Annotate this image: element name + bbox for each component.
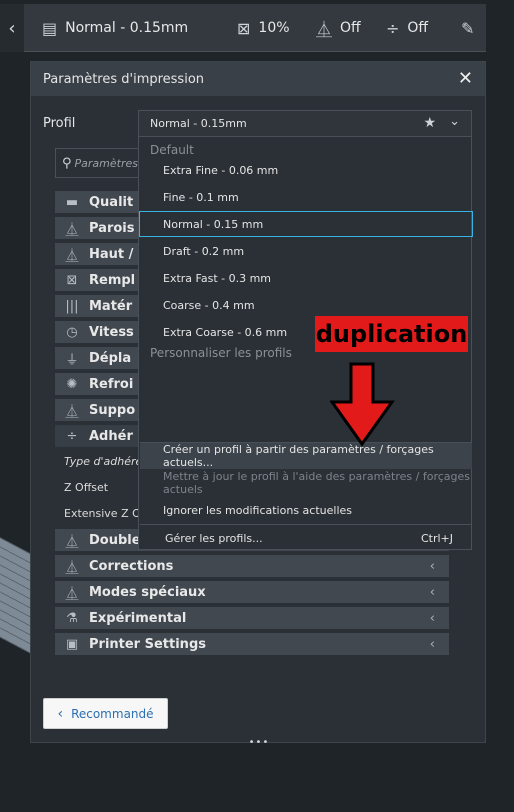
corrections-icon: ⏅ [65, 560, 79, 576]
discard-changes-action[interactable]: Ignorer les modifications actuelles [140, 497, 472, 523]
chevron-left-icon: ‹ [429, 636, 435, 652]
material-icon: ||| [65, 298, 79, 314]
category-printer-settings[interactable]: ▣ Printer Settings ‹ [55, 633, 449, 655]
profile-label: Profil [43, 116, 76, 131]
profile-option[interactable]: Extra Fast - 0.3 mm [140, 265, 472, 291]
adhesion-summary[interactable]: ÷ Off [386, 4, 428, 52]
category-label: Corrections [89, 558, 174, 574]
profile-option[interactable]: Coarse - 0.4 mm [140, 292, 472, 318]
category-label: Modes spéciaux [89, 584, 206, 600]
star-icon[interactable]: ★ [423, 115, 436, 131]
flask-icon: ⚗ [66, 610, 78, 626]
category-label: Matér [89, 298, 133, 314]
search-icon: ⚲ [62, 155, 72, 171]
quality-icon: ▬ [65, 194, 79, 210]
profile-select-value: Normal - 0.15mm [150, 117, 247, 130]
group-custom: Personnaliser les profils [150, 346, 292, 360]
setting-extensive-z: Extensive Z Of [64, 507, 145, 520]
category-corrections[interactable]: ⏅ Corrections ‹ [55, 555, 449, 577]
group-default: Default [150, 143, 194, 157]
adhesion-icon: ÷ [386, 18, 400, 38]
dual-extrusion-icon: ⏅ [65, 534, 79, 550]
walls-icon: ⏅ [65, 222, 79, 238]
category-label: Suppo [89, 402, 136, 418]
support-icon: ⏅ [65, 404, 79, 420]
special-modes-icon: ⏅ [65, 586, 79, 602]
resize-handle[interactable]: ••• [31, 737, 487, 748]
profile-option[interactable]: Fine - 0.1 mm [140, 184, 472, 210]
chevron-left-icon: ‹ [57, 705, 64, 722]
setting-z-offset: Z Offset [64, 481, 109, 494]
category-label: Printer Settings [89, 636, 206, 652]
recommended-button[interactable]: ‹ Recommandé [43, 698, 168, 729]
print-setup-bar[interactable]: ‹ ▤ Normal - 0.15mm ⊠ 10% ⏅ Off ÷ Off ✎ [0, 4, 486, 52]
edit-icon[interactable]: ✎ [461, 4, 474, 52]
panel-title: Paramètres d'impression [43, 71, 205, 87]
close-icon[interactable]: ✕ [458, 68, 473, 89]
manage-shortcut: Ctrl+J [420, 531, 453, 545]
fan-icon: ✺ [66, 376, 78, 392]
annotation-arrow-icon [330, 362, 395, 447]
manage-profiles-action[interactable]: Gérer les profils... Ctrl+J [140, 525, 472, 551]
infill-icon: ⊠ [66, 272, 78, 288]
infill-value: 10% [258, 20, 290, 36]
category-label: Parois [89, 220, 135, 236]
category-special-modes[interactable]: ⏅ Modes spéciaux ‹ [55, 581, 449, 603]
chevron-left-icon: ‹ [429, 584, 435, 600]
speed-icon: ◷ [66, 324, 78, 340]
profile-summary-label: Normal - 0.15mm [65, 20, 189, 36]
chevron-left-icon: ‹ [429, 558, 435, 574]
category-label: Expérimental [89, 610, 187, 626]
category-label: Qualit [89, 194, 134, 210]
category-experimental[interactable]: ⚗ Expérimental ‹ [55, 607, 449, 629]
category-label: Refroi [89, 376, 134, 392]
create-profile-action[interactable]: Créer un profil à partir des paramètres … [140, 443, 472, 469]
infill-icon: ⊠ [237, 18, 251, 38]
printer-icon: ▣ [65, 636, 79, 652]
profile-option[interactable]: Extra Fine - 0.06 mm [140, 157, 472, 183]
top-bottom-icon: ⏅ [65, 248, 79, 264]
category-label: Vitess [89, 324, 134, 340]
profile-select[interactable]: Normal - 0.15mm ★ ⌄ [138, 110, 472, 137]
travel-icon: ⏚ [65, 352, 79, 368]
annotation-label: duplication [315, 316, 468, 352]
category-label: Dépla [89, 350, 132, 366]
infill-summary[interactable]: ⊠ 10% [237, 4, 290, 52]
profile-option[interactable]: Draft - 0.2 mm [140, 238, 472, 264]
category-label: Double [89, 532, 141, 548]
adhesion-value: Off [407, 20, 429, 36]
profile-summary[interactable]: ▤ Normal - 0.15mm [42, 4, 188, 52]
manage-profiles-label: Gérer les profils... [165, 531, 263, 545]
category-label: Rempl [89, 272, 136, 288]
support-value: Off [340, 20, 361, 36]
chevron-down-icon: ⌄ [449, 114, 460, 129]
panel-header: Paramètres d'impression ✕ [31, 62, 485, 96]
category-label: Haut / [89, 246, 134, 262]
support-icon: ⏅ [316, 20, 333, 39]
update-profile-action: Mettre à jour le profil à l'aide des par… [163, 470, 470, 496]
category-label: Adhér [89, 428, 133, 444]
adhesion-icon: ÷ [66, 428, 78, 444]
profile-option-selected[interactable]: Normal - 0.15 mm [139, 211, 473, 237]
chevron-left-icon: ‹ [429, 610, 435, 626]
chevron-left-icon[interactable]: ‹ [0, 4, 24, 52]
support-summary[interactable]: ⏅ Off [316, 4, 361, 52]
profile-icon: ▤ [42, 18, 58, 38]
recommended-label: Recommandé [71, 706, 154, 721]
